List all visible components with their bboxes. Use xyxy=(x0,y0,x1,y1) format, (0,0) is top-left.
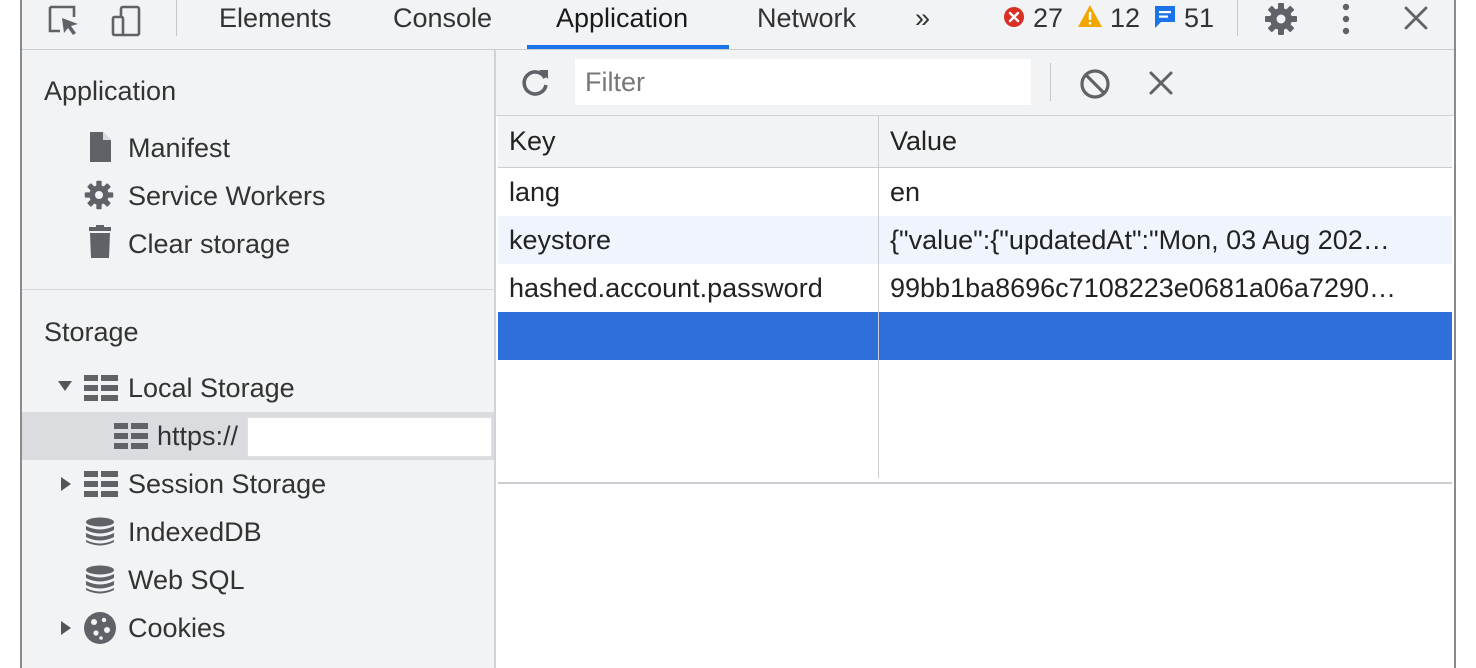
table-icon xyxy=(84,375,118,406)
sidebar-item-service-workers[interactable]: Service Workers xyxy=(22,174,494,218)
sidebar-divider xyxy=(22,289,494,290)
device-toolbar-icon[interactable] xyxy=(110,4,144,43)
sidebar-item-indexeddb[interactable]: IndexedDB xyxy=(22,510,494,554)
sidebar-item-label: IndexedDB xyxy=(128,517,262,547)
active-tab-indicator xyxy=(527,45,729,49)
column-divider[interactable] xyxy=(878,116,879,478)
table-cell-value[interactable]: 99bb1ba8696c7108223e0681a06a7290… xyxy=(890,273,1442,304)
sidebar-heading-application: Application xyxy=(44,76,177,106)
clear-all-icon[interactable] xyxy=(1079,68,1111,105)
toolbar-separator xyxy=(176,0,177,36)
sidebar-heading-storage: Storage xyxy=(44,317,139,347)
table-icon xyxy=(114,423,148,454)
sidebar-item-label: Cookies xyxy=(128,613,226,643)
table-icon xyxy=(84,471,118,502)
local-storage-panel: Key Value lang en keystore {"value":{"up… xyxy=(496,50,1454,668)
table-row[interactable]: lang en xyxy=(498,168,1452,216)
sidebar-item-cookies[interactable]: Cookies xyxy=(22,606,494,650)
tab-application[interactable]: Application xyxy=(556,0,688,50)
expand-arrow-down-icon[interactable] xyxy=(58,381,72,391)
tab-elements[interactable]: Elements xyxy=(219,0,332,50)
message-count[interactable]: 51 xyxy=(1184,0,1214,36)
window-frame-right xyxy=(1454,0,1476,668)
warning-icon[interactable] xyxy=(1077,4,1103,33)
table-cell-value[interactable]: en xyxy=(890,177,1442,208)
table-header-row: Key Value xyxy=(498,116,1452,168)
redacted-origin-box xyxy=(247,417,492,457)
gear-icon[interactable] xyxy=(1263,1,1299,42)
gear-icon xyxy=(83,179,115,216)
more-tabs-button[interactable]: » xyxy=(915,0,930,50)
tab-console[interactable]: Console xyxy=(393,0,492,50)
trash-icon xyxy=(88,225,112,264)
cookie-icon xyxy=(83,611,117,650)
warning-count[interactable]: 12 xyxy=(1110,0,1140,36)
table-row[interactable]: keystore {"value":{"updatedAt":"Mon, 03 … xyxy=(498,216,1452,264)
sidebar-item-local-storage-origin[interactable]: https:// xyxy=(22,412,494,460)
sidebar-item-manifest[interactable]: Manifest xyxy=(22,126,494,170)
sidebar-item-label: Manifest xyxy=(128,133,231,163)
sidebar-item-label: Web SQL xyxy=(128,565,245,595)
more-options-icon[interactable] xyxy=(1340,2,1352,41)
window-frame-left xyxy=(0,0,22,668)
sidebar-item-clear-storage[interactable]: Clear storage xyxy=(22,222,494,266)
application-sidebar: Application Manifest Service Workers Cle… xyxy=(22,50,496,668)
table-row-selected[interactable] xyxy=(498,312,1452,360)
tab-network[interactable]: Network xyxy=(757,0,856,50)
table-cell-key[interactable]: hashed.account.password xyxy=(509,273,823,304)
error-icon[interactable] xyxy=(1003,6,1025,33)
column-header-key[interactable]: Key xyxy=(509,126,556,157)
storage-table: Key Value lang en keystore {"value":{"up… xyxy=(498,116,1452,484)
database-icon xyxy=(85,565,115,600)
storage-filter-bar xyxy=(496,50,1454,116)
document-icon xyxy=(88,131,112,168)
database-icon xyxy=(85,517,115,552)
sidebar-item-web-sql[interactable]: Web SQL xyxy=(22,558,494,602)
sidebar-item-label: Local Storage xyxy=(128,373,295,403)
sidebar-item-session-storage[interactable]: Session Storage xyxy=(22,462,494,506)
close-icon[interactable] xyxy=(1403,5,1429,36)
table-cell-key[interactable]: lang xyxy=(509,177,560,208)
error-count[interactable]: 27 xyxy=(1033,0,1063,36)
expand-arrow-right-icon[interactable] xyxy=(61,477,71,491)
filter-bar-separator xyxy=(1050,63,1051,101)
sidebar-item-label: Service Workers xyxy=(128,181,326,211)
filter-input[interactable] xyxy=(575,59,1031,105)
table-cell-key[interactable]: keystore xyxy=(509,225,611,256)
toolbar-separator xyxy=(1237,0,1238,36)
info-message-icon[interactable] xyxy=(1154,5,1176,34)
refresh-icon[interactable] xyxy=(520,67,550,102)
table-cell-value[interactable]: {"value":{"updatedAt":"Mon, 03 Aug 202… xyxy=(890,225,1442,256)
sidebar-item-local-storage[interactable]: Local Storage xyxy=(22,366,494,410)
delete-selected-icon[interactable] xyxy=(1148,70,1174,101)
sidebar-item-label: https:// xyxy=(157,421,239,451)
table-row[interactable]: hashed.account.password 99bb1ba8696c7108… xyxy=(498,264,1452,312)
devtools-toolbar: Elements Console Application Network » 2… xyxy=(22,0,1454,50)
sidebar-item-label: Clear storage xyxy=(128,229,291,259)
expand-arrow-right-icon[interactable] xyxy=(61,621,71,635)
column-header-value[interactable]: Value xyxy=(890,126,1442,157)
sidebar-item-label: Session Storage xyxy=(128,469,327,499)
inspect-element-icon[interactable] xyxy=(47,4,81,43)
